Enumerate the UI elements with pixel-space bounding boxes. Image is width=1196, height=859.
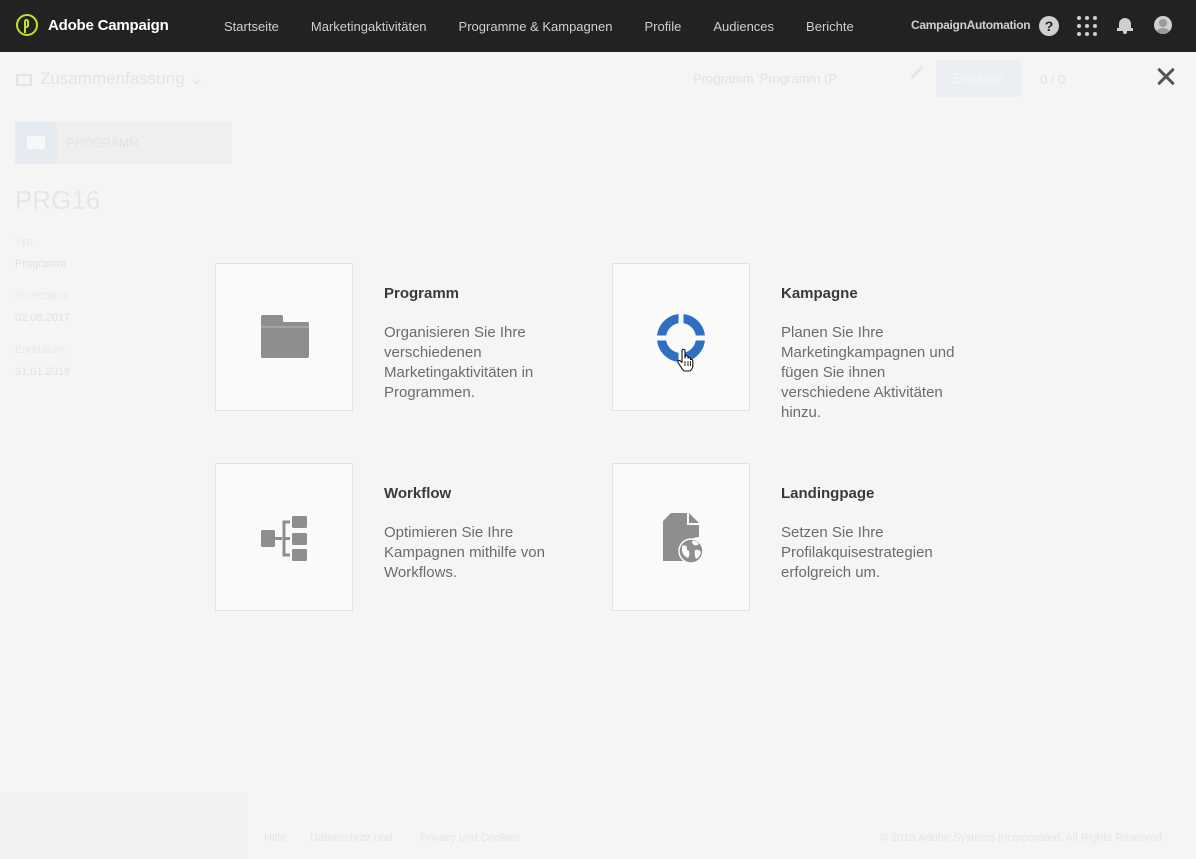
nav-item-marketingaktivitaeten[interactable]: Marketingaktivitäten — [295, 19, 443, 34]
option-description: Organisieren Sie Ihre verschiedenen Mark… — [384, 324, 534, 401]
summary-icon — [16, 73, 32, 86]
option-programm[interactable]: Programm Organisieren Sie Ihre verschied… — [215, 263, 575, 413]
type-tag: PROGRAMM — [57, 122, 232, 164]
option-tile[interactable] — [215, 263, 353, 411]
top-navigation-bar: Adobe Campaign Startseite Marketingaktiv… — [0, 0, 1196, 52]
bell-icon[interactable] — [1117, 16, 1133, 36]
option-title: Workflow — [384, 485, 452, 502]
pencil-icon — [910, 65, 924, 80]
brand-name: Adobe Campaign — [48, 16, 169, 34]
option-description: Optimieren Sie Ihre Kampagnen mithilfe v… — [384, 524, 545, 581]
option-tile[interactable] — [612, 463, 750, 611]
adobe-campaign-logo-icon — [16, 14, 38, 36]
summary-label: Zusammenfassung — [40, 69, 185, 88]
field-label: Typ — [15, 236, 33, 248]
chevron-down-icon: ⌄ — [189, 69, 204, 88]
apps-grid-icon[interactable] — [1077, 16, 1097, 36]
option-tile[interactable] — [215, 463, 353, 611]
folder-icon — [261, 315, 311, 359]
option-title: Kampagne — [781, 285, 858, 302]
footer-link-cookies: Privacy und Cookies — [420, 832, 521, 844]
help-icon[interactable]: ? — [1039, 16, 1059, 36]
field-label: Enddatum — [15, 344, 66, 356]
brand[interactable]: Adobe Campaign — [16, 14, 169, 36]
summary-dropdown: Zusammenfassung ⌄ — [16, 69, 204, 89]
close-icon[interactable] — [1155, 66, 1177, 88]
option-kampagne[interactable]: Kampagne Planen Sie Ihre Marketingkampag… — [612, 263, 972, 433]
count-label: 0 / 0 — [1040, 72, 1066, 87]
copyright: © 2018 Adobe Systems Incorporated. All R… — [880, 832, 1166, 844]
field-value: 02.08.2017 — [15, 312, 71, 324]
background-page: Zusammenfassung ⌄ Programm 'Programm (P … — [0, 52, 1196, 859]
nav-item-programme-kampagnen[interactable]: Programme & Kampagnen — [443, 19, 629, 34]
landing-page-icon — [663, 513, 703, 564]
option-title: Landingpage — [781, 485, 875, 502]
option-landingpage[interactable]: Landingpage Setzen Sie Ihre Profilakquis… — [612, 463, 972, 613]
program-name: Programm 'Programm (P — [693, 71, 838, 86]
footer-link-help: Hilfe — [264, 832, 287, 844]
footer-link-privacy: Datenschutz und — [310, 832, 393, 844]
footer-panel — [0, 792, 248, 859]
program-folder-icon — [15, 122, 57, 164]
nav-item-startseite[interactable]: Startseite — [208, 19, 295, 34]
program-code: PRG16 — [15, 185, 101, 215]
organization-name[interactable]: CampaignAutomation — [911, 18, 1031, 32]
field-value: Programm — [15, 258, 67, 270]
option-title: Programm — [384, 285, 460, 302]
nav-item-profile[interactable]: Profile — [628, 19, 697, 34]
main-nav: Startseite Marketingaktivitäten Programm… — [208, 0, 870, 52]
hand-cursor-icon — [677, 348, 694, 372]
field-value: 31.01.2018 — [15, 366, 71, 378]
option-description: Setzen Sie Ihre Profilakquisestrategien … — [781, 524, 933, 581]
avatar-icon[interactable] — [1154, 16, 1172, 34]
workflow-icon — [261, 516, 307, 561]
nav-item-berichte[interactable]: Berichte — [790, 19, 870, 34]
option-description: Planen Sie Ihre Marketingkampagnen und f… — [781, 324, 955, 421]
create-button: Erstellen — [936, 60, 1021, 97]
nav-item-audiences[interactable]: Audiences — [697, 19, 790, 34]
option-tile[interactable] — [612, 263, 750, 411]
field-label: Startdatum — [15, 290, 69, 302]
option-workflow[interactable]: Workflow Optimieren Sie Ihre Kampagnen m… — [215, 463, 575, 613]
